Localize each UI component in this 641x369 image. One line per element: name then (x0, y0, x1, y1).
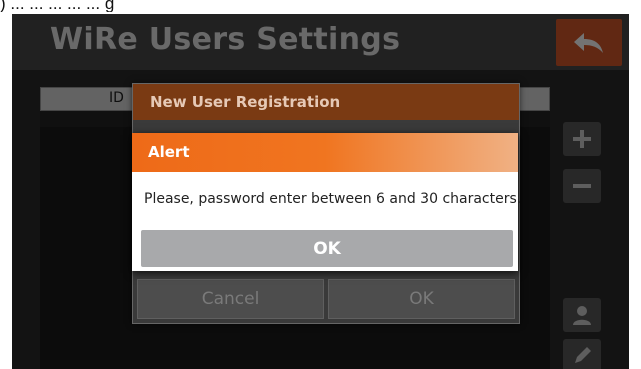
pencil-icon (575, 347, 591, 363)
cancel-button[interactable]: Cancel (137, 279, 324, 319)
alert-message: Please, password enter between 6 and 30 … (144, 191, 522, 207)
back-button[interactable] (556, 19, 622, 66)
registration-dialog-buttons: Cancel OK (137, 279, 515, 319)
document-caption: ) ... ... ... ... ... g (0, 0, 115, 12)
user-button[interactable] (563, 298, 601, 332)
plus-icon (573, 130, 591, 148)
remove-user-button[interactable] (563, 169, 601, 203)
back-arrow-icon (574, 32, 603, 53)
registration-ok-button[interactable]: OK (328, 279, 515, 319)
page-title: WiRe Users Settings (50, 22, 401, 57)
add-user-button[interactable] (563, 122, 601, 156)
edit-user-button[interactable] (563, 339, 601, 369)
registration-dialog-title: New User Registration (133, 84, 519, 120)
user-icon (573, 306, 591, 325)
column-header-id: ID (109, 90, 124, 106)
alert-title: Alert (132, 133, 518, 172)
minus-icon (573, 184, 591, 188)
device-screen: WiRe Users Settings ID New User Registra… (12, 14, 629, 369)
alert-ok-button[interactable]: OK (141, 230, 513, 267)
app-header: WiRe Users Settings (12, 14, 629, 70)
alert-dialog: Alert Please, password enter between 6 a… (132, 133, 522, 271)
